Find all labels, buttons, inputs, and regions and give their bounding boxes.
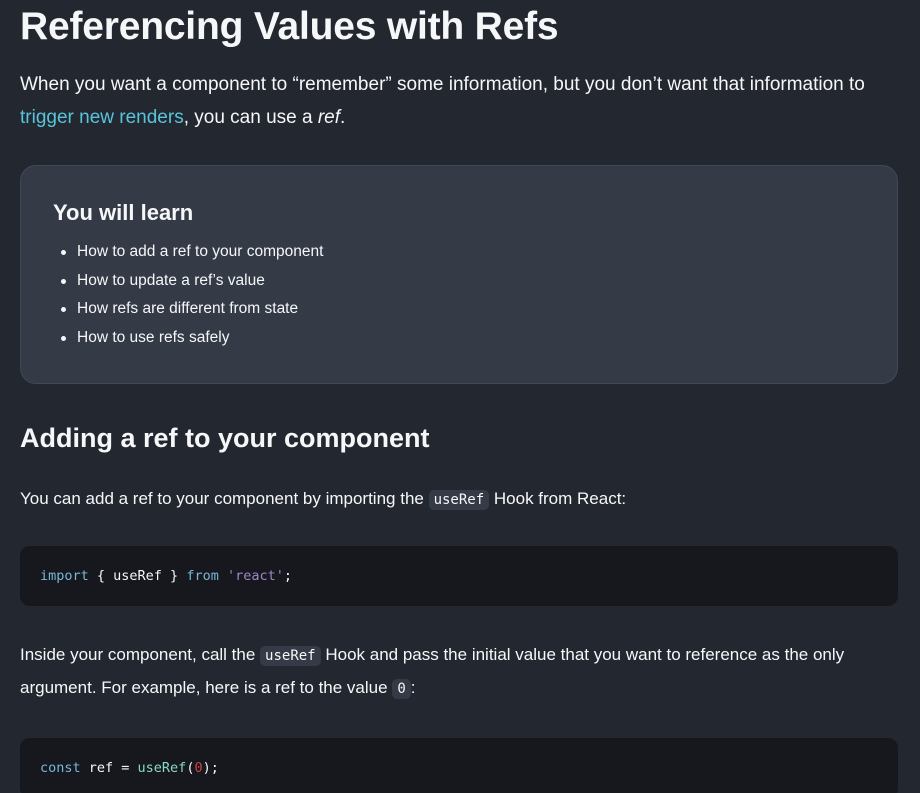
learn-list-item: How refs are different from state	[61, 295, 865, 324]
intro-paragraph: When you want a component to “remember” …	[20, 68, 898, 134]
inline-code-zero: 0	[392, 679, 411, 699]
code-plain: ref =	[80, 760, 138, 776]
section-heading: Adding a ref to your component	[20, 423, 430, 453]
para1-text-end: Hook from React:	[489, 489, 627, 508]
you-will-learn-box: You will learn How to add a ref to your …	[20, 165, 898, 384]
intro-emphasis-ref: ref	[317, 107, 341, 128]
code-function-useref: useRef	[137, 760, 187, 776]
learn-box-title: You will learn	[53, 200, 194, 225]
para1-text-start: You can add a ref to your component by i…	[20, 489, 429, 508]
code-plain: { useRef }	[88, 568, 187, 584]
code-keyword-const: const	[40, 760, 81, 776]
learn-list-item: How to update a ref’s value	[61, 267, 865, 296]
inline-code-useref: useRef	[428, 490, 490, 510]
inline-code-useref: useRef	[260, 646, 321, 666]
code-semicolon: ;	[283, 568, 293, 584]
code-block-import[interactable]: import { useRef } from 'react';	[20, 546, 898, 606]
code-number-zero: 0	[194, 760, 203, 776]
learn-list-item: How to use refs safely	[61, 324, 865, 353]
learn-list-item: How to add a ref to your component	[61, 238, 865, 267]
learn-list: How to add a ref to your component How t…	[53, 238, 865, 352]
code-block-useref[interactable]: const ref = useRef(0);	[20, 738, 898, 793]
paragraph-call-useref: Inside your component, call the useRef H…	[20, 639, 898, 705]
intro-text-middle: , you can use a	[183, 107, 318, 128]
trigger-new-renders-link[interactable]: trigger new renders	[20, 107, 184, 128]
page-title: Referencing Values with Refs	[20, 5, 559, 48]
code-paren-close: );	[202, 760, 219, 776]
para2-text-start: Inside your component, call the	[20, 645, 261, 664]
code-plain	[219, 568, 227, 584]
intro-text-start: When you want a component to “remember” …	[20, 74, 865, 95]
code-keyword-import: import	[40, 568, 89, 584]
code-string-module: 'react'	[226, 568, 284, 584]
paragraph-import-useref: You can add a ref to your component by i…	[20, 483, 898, 516]
intro-text-end: .	[340, 107, 346, 128]
code-paren-open: (	[186, 760, 195, 776]
para2-text-end: :	[410, 678, 416, 697]
code-keyword-from: from	[186, 568, 219, 584]
page: Referencing Values with Refs When you wa…	[0, 0, 920, 793]
